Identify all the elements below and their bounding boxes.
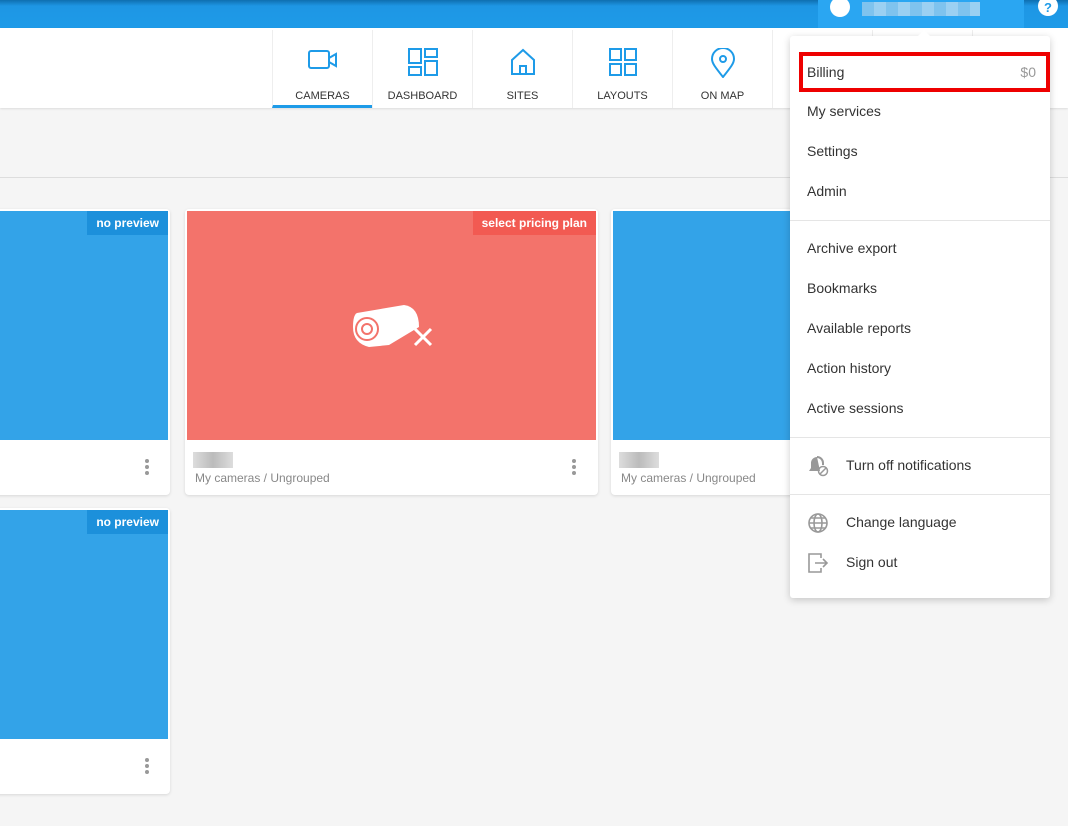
user-dropdown-menu: Billing $0 My services Settings Admin Arc… (790, 30, 1050, 598)
more-icon[interactable] (145, 758, 149, 776)
camera-name-redacted (193, 452, 233, 468)
globe-icon (808, 513, 828, 533)
select-pricing-plan-badge[interactable]: select pricing plan (472, 211, 596, 235)
camera-card[interactable]: select pricing plan My cameras / Ungroup… (185, 209, 598, 495)
tab-on-map[interactable]: ON MAP (672, 30, 772, 108)
camera-preview[interactable]: no preview (0, 211, 168, 440)
grid-icon (608, 48, 637, 76)
divider (790, 220, 1050, 221)
bell-off-icon (809, 456, 829, 477)
username-redacted (862, 2, 980, 16)
notifications-label: Turn off notifications (846, 457, 972, 473)
billing-label: Billing (807, 64, 845, 80)
menu-item-my-services[interactable]: My services (790, 91, 1050, 131)
camera-path: My cameras / Ungrouped (195, 471, 330, 485)
divider (790, 437, 1050, 438)
divider (790, 494, 1050, 495)
tab-layouts[interactable]: LAYOUTS (572, 30, 672, 108)
camera-card[interactable]: no preview (0, 209, 170, 495)
language-label: Change language (846, 514, 957, 530)
camera-preview[interactable]: select pricing plan (187, 211, 596, 440)
tab-cameras[interactable]: CAMERAS (272, 30, 372, 108)
menu-item-settings[interactable]: Settings (790, 131, 1050, 171)
tab-sites[interactable]: SITES (472, 30, 572, 108)
status-badge: no preview (87, 510, 168, 534)
more-icon[interactable] (572, 459, 576, 477)
menu-item-change-language[interactable]: Change language (790, 502, 1050, 542)
menu-item-billing[interactable]: Billing $0 (799, 52, 1050, 92)
camera-off-icon (353, 305, 433, 347)
dashboard-icon (407, 48, 438, 76)
home-icon (510, 48, 535, 75)
camera-path: My cameras / Ungrouped (621, 471, 756, 485)
tab-dashboard[interactable]: DASHBOARD (372, 30, 472, 108)
menu-item-admin[interactable]: Admin (790, 171, 1050, 211)
billing-balance: $0 (1020, 64, 1036, 80)
video-camera-icon (307, 50, 337, 69)
menu-item-available-reports[interactable]: Available reports (790, 308, 1050, 348)
map-pin-icon (710, 47, 735, 79)
camera-preview[interactable]: no preview (0, 510, 168, 739)
menu-item-turn-off-notifications[interactable]: Turn off notifications (790, 445, 1050, 485)
camera-card[interactable]: no preview (0, 508, 170, 794)
status-badge: no preview (87, 211, 168, 235)
menu-item-bookmarks[interactable]: Bookmarks (790, 268, 1050, 308)
sign-out-icon (808, 553, 829, 573)
camera-name-redacted (619, 452, 659, 468)
menu-item-sign-out[interactable]: Sign out (790, 542, 1050, 582)
sign-out-label: Sign out (846, 554, 898, 570)
menu-item-action-history[interactable]: Action history (790, 348, 1050, 388)
more-icon[interactable] (145, 459, 149, 477)
menu-item-active-sessions[interactable]: Active sessions (790, 388, 1050, 428)
menu-item-archive-export[interactable]: Archive export (790, 228, 1050, 268)
